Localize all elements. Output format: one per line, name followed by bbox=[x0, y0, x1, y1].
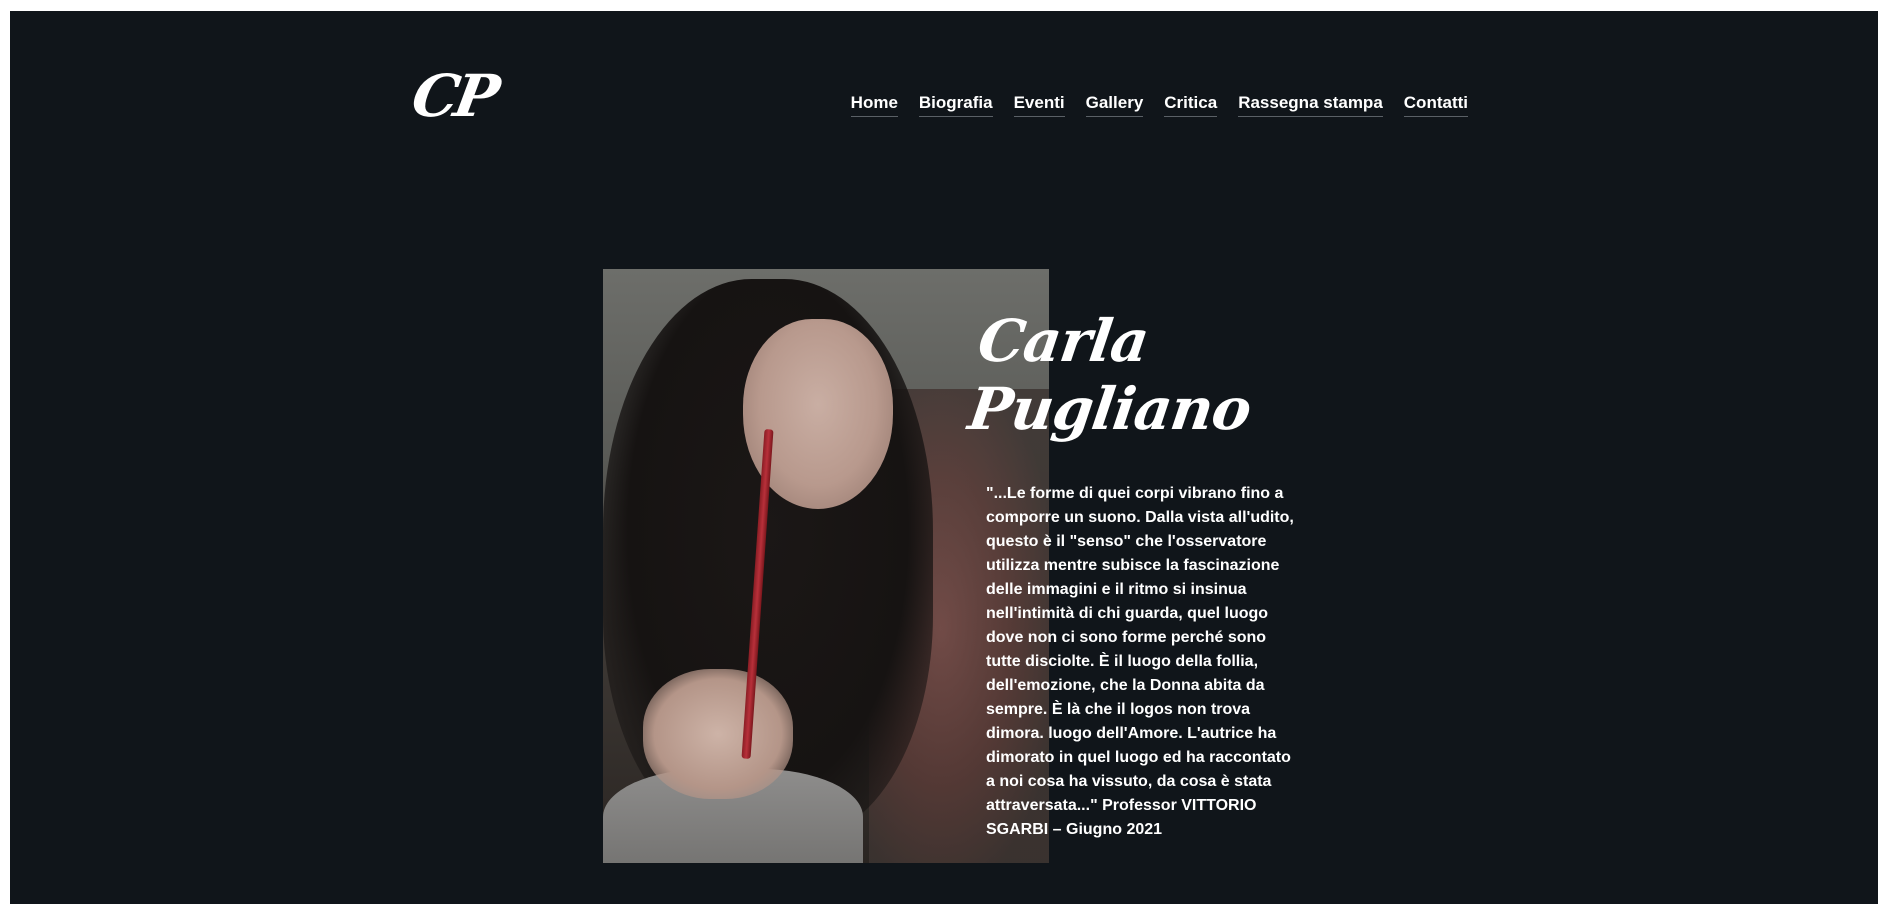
nav-item-critica[interactable]: Critica bbox=[1164, 93, 1218, 117]
artist-last-name: Pugliano bbox=[964, 375, 1255, 443]
nav-item-home[interactable]: Home bbox=[850, 93, 898, 117]
nav-item-gallery[interactable]: Gallery bbox=[1085, 93, 1144, 117]
critic-quote: "...Le forme di quei corpi vibrano fino … bbox=[986, 485, 1294, 838]
nav-item-contatti[interactable]: Contatti bbox=[1403, 93, 1468, 117]
artist-name-heading: Carla Pugliano bbox=[964, 307, 1264, 443]
portrait-hand bbox=[643, 669, 793, 799]
nav-item-eventi[interactable]: Eventi bbox=[1013, 93, 1065, 117]
nav-item-rassegna-stampa[interactable]: Rassegna stampa bbox=[1238, 93, 1383, 117]
main-nav: Home Biografia Eventi Gallery Critica Ra… bbox=[850, 93, 1468, 117]
page-frame: CP Home Biografia Eventi Gallery Critica… bbox=[10, 11, 1878, 904]
site-logo[interactable]: CP bbox=[407, 62, 501, 130]
nav-item-biografia[interactable]: Biografia bbox=[918, 93, 993, 117]
artist-first-name: Carla bbox=[974, 307, 1153, 375]
